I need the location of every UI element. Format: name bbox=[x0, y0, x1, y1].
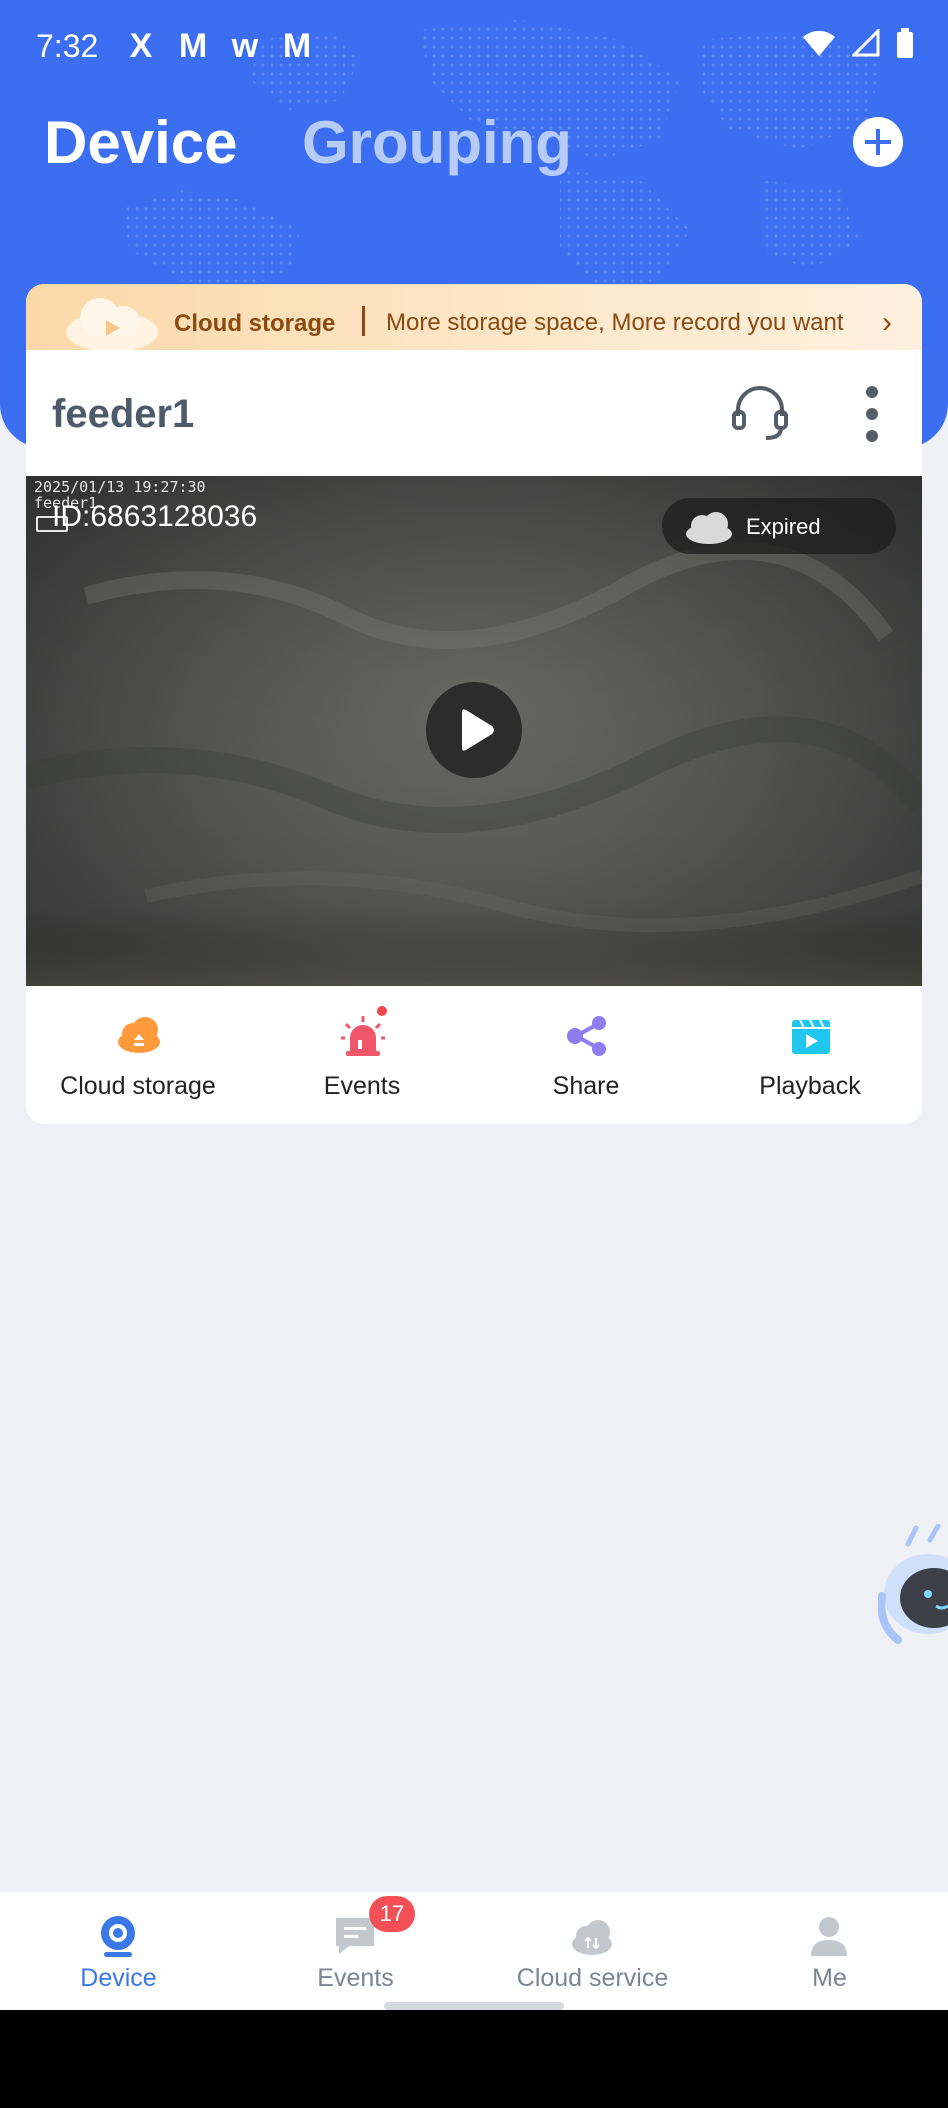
action-label: Events bbox=[323, 1072, 401, 1100]
nav-label: Cloud service bbox=[516, 1964, 669, 1992]
action-events[interactable]: Events bbox=[250, 986, 474, 1124]
more-vertical-icon[interactable] bbox=[862, 384, 882, 444]
share-icon bbox=[567, 1016, 606, 1056]
nav-label: Me bbox=[812, 1964, 847, 1992]
assistant-robot-icon[interactable] bbox=[878, 1524, 948, 1664]
cloud-icon bbox=[686, 512, 732, 544]
action-cloud-storage[interactable]: Cloud storage bbox=[26, 986, 250, 1124]
action-label: Share bbox=[552, 1072, 620, 1100]
notification-icons: X M w M bbox=[122, 26, 316, 66]
banner-title: Cloud storage bbox=[174, 310, 336, 337]
home-indicator[interactable] bbox=[384, 2002, 564, 2010]
bottom-navigation: Device 17 Events Cloud service Me bbox=[0, 1892, 948, 2010]
status-bar: 7:32 X M w M bbox=[0, 0, 948, 92]
system-navigation-bar bbox=[0, 2010, 948, 2108]
action-label: Playback bbox=[759, 1072, 861, 1100]
action-share[interactable]: Share bbox=[474, 986, 698, 1124]
events-unread-dot bbox=[377, 1006, 387, 1016]
nav-label: Device bbox=[80, 1964, 157, 1992]
wifi-icon bbox=[803, 30, 835, 56]
system-status-icons bbox=[802, 28, 914, 58]
nav-cloud-service[interactable]: Cloud service bbox=[474, 1892, 711, 2010]
tab-device[interactable]: Device bbox=[44, 108, 237, 177]
banner-text: More storage space, More record you want bbox=[386, 309, 844, 336]
nav-me[interactable]: Me bbox=[711, 1892, 948, 2010]
device-id: ID:6863128036 bbox=[52, 500, 258, 533]
signal-icon bbox=[852, 29, 880, 57]
cloud-status-text: Expired bbox=[746, 514, 821, 539]
cloud-play-icon bbox=[66, 298, 158, 350]
device-name: feeder1 bbox=[52, 392, 195, 436]
add-device-button[interactable] bbox=[853, 117, 903, 167]
camera-icon bbox=[101, 1916, 135, 1957]
nav-events[interactable]: 17 Events bbox=[237, 1892, 474, 2010]
person-icon bbox=[811, 1917, 847, 1956]
cloud-status-badge[interactable]: Expired bbox=[662, 498, 896, 554]
cloud-upload-icon bbox=[118, 1017, 160, 1053]
cloud-storage-banner[interactable]: Cloud storage More storage space, More r… bbox=[26, 284, 922, 350]
status-time: 7:32 bbox=[36, 28, 99, 64]
banner-divider bbox=[362, 306, 365, 336]
alarm-light-icon bbox=[341, 1016, 385, 1056]
events-count-badge: 17 bbox=[369, 1896, 415, 1932]
playback-icon bbox=[792, 1019, 830, 1054]
action-label: Cloud storage bbox=[60, 1072, 216, 1100]
device-card: Cloud storage More storage space, More r… bbox=[26, 284, 922, 1124]
device-actions: Cloud storage Events Share Playback bbox=[26, 986, 922, 1124]
gmail-icon: M bbox=[178, 27, 208, 65]
w-app-icon: w bbox=[231, 27, 259, 65]
nav-label: Events bbox=[317, 1964, 394, 1992]
headset-icon[interactable] bbox=[728, 380, 792, 444]
play-icon bbox=[462, 709, 494, 751]
nav-device[interactable]: Device bbox=[0, 1892, 237, 2010]
device-header: feeder1 bbox=[26, 350, 922, 476]
video-preview[interactable]: 2025/01/13 19:27:30 feeder1 ID:686312803… bbox=[26, 476, 922, 986]
play-button[interactable] bbox=[426, 682, 522, 778]
chevron-right-icon: › bbox=[882, 306, 892, 339]
battery-icon bbox=[897, 28, 913, 58]
action-playback[interactable]: Playback bbox=[698, 986, 922, 1124]
x-app-icon: X bbox=[129, 27, 153, 65]
tab-grouping[interactable]: Grouping bbox=[302, 108, 572, 177]
cloud-icon bbox=[572, 1920, 612, 1955]
gmail-icon: M bbox=[282, 27, 312, 65]
